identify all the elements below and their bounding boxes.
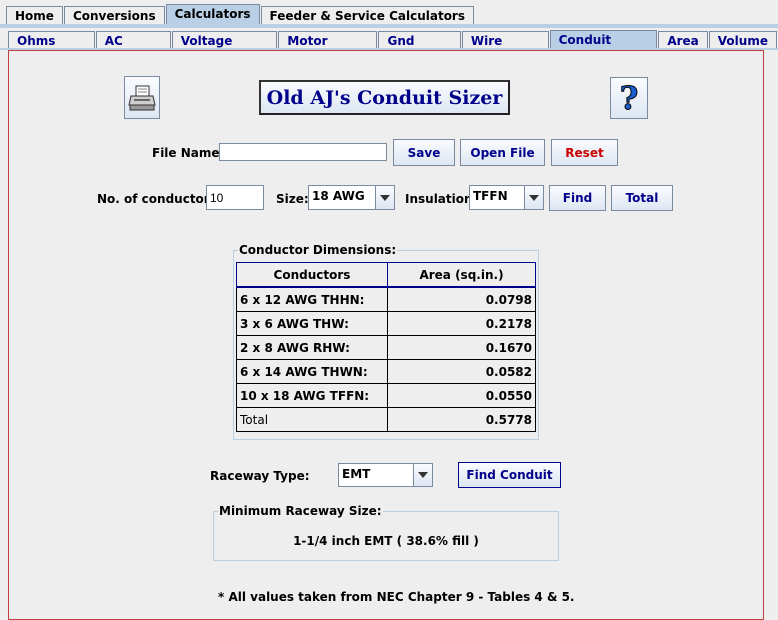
reset-button[interactable]: Reset — [551, 139, 618, 166]
size-select[interactable]: 18 AWG — [308, 185, 395, 210]
total-label-cell: Total — [236, 407, 388, 432]
conductor-count-input[interactable] — [206, 185, 264, 210]
table-total-row: Total 0.5778 — [236, 407, 536, 432]
conductor-cell: 6 x 12 AWG THHN: — [236, 286, 388, 312]
conductor-cell: 6 x 14 AWG THWN: — [236, 359, 388, 384]
file-name-input[interactable] — [219, 143, 387, 161]
total-button[interactable]: Total — [611, 185, 673, 211]
chevron-down-icon — [375, 186, 394, 209]
chevron-down-icon — [524, 186, 543, 209]
table-row: 10 x 18 AWG TFFN: 0.0550 — [236, 383, 536, 408]
top-tab-bar: Home Conversions Calculators Feeder & Se… — [6, 3, 475, 25]
raceway-type-label: Raceway Type: — [210, 469, 310, 483]
insulation-value: TFFN — [473, 189, 508, 203]
tab-feeder-service[interactable]: Feeder & Service Calculators — [260, 6, 474, 25]
tab-calculators[interactable]: Calculators — [165, 4, 260, 25]
table-row: 6 x 14 AWG THWN: 0.0582 — [236, 359, 536, 384]
size-value: 18 AWG — [312, 189, 365, 203]
insulation-label: Insulation: — [405, 192, 478, 206]
find-conduit-button[interactable]: Find Conduit — [458, 462, 561, 488]
help-icon: ? — [619, 79, 639, 118]
column-header-area: Area (sq.in.) — [387, 262, 536, 288]
chevron-down-icon — [413, 464, 432, 486]
save-button[interactable]: Save — [393, 139, 455, 166]
conductor-cell: 3 x 6 AWG THW: — [236, 311, 388, 336]
tab-conversions[interactable]: Conversions — [63, 6, 165, 25]
minimum-raceway-title: Minimum Raceway Size: — [218, 504, 383, 518]
raceway-type-select[interactable]: EMT — [338, 463, 433, 487]
area-cell: 0.1670 — [387, 335, 536, 360]
table-row: 2 x 8 AWG RHW: 0.1670 — [236, 335, 536, 360]
print-button[interactable] — [124, 76, 160, 119]
find-button[interactable]: Find — [549, 185, 606, 211]
area-cell: 0.2178 — [387, 311, 536, 336]
conductor-dimensions-title: Conductor Dimensions: — [238, 243, 398, 257]
area-cell: 0.0582 — [387, 359, 536, 384]
sub-tab-bar: Ohms Law AC Calcs Voltage Drop Motor Amp… — [8, 28, 778, 66]
table-row: 6 x 12 AWG THHN: 0.0798 — [236, 286, 536, 312]
area-cell: 0.0798 — [387, 286, 536, 312]
insulation-select[interactable]: TFFN — [469, 185, 544, 210]
conductor-count-label: No. of conductors: — [97, 192, 222, 206]
size-label: Size: — [276, 192, 309, 206]
printer-icon — [128, 85, 156, 110]
help-button[interactable]: ? — [610, 77, 648, 119]
table-header-row: Conductors Area (sq.in.) — [236, 262, 536, 288]
page-title: Old AJ's Conduit Sizer — [259, 80, 510, 115]
tab-home[interactable]: Home — [6, 6, 63, 25]
tab-conduit-sizer[interactable]: Conduit Sizer — [549, 30, 658, 65]
open-file-button[interactable]: Open File — [460, 139, 545, 166]
conductor-cell: 10 x 18 AWG TFFN: — [236, 383, 388, 408]
column-header-conductors: Conductors — [236, 262, 388, 288]
raceway-type-value: EMT — [342, 467, 371, 481]
minimum-raceway-result: 1-1/4 inch EMT ( 38.6% fill ) — [293, 534, 479, 548]
total-value-cell: 0.5778 — [387, 407, 536, 432]
file-name-label: File Name: — [152, 146, 225, 160]
footnote: * All values taken from NEC Chapter 9 - … — [218, 590, 575, 604]
conductor-dimensions-table: Conductors Area (sq.in.) 6 x 12 AWG THHN… — [236, 262, 536, 432]
table-row: 3 x 6 AWG THW: 0.2178 — [236, 311, 536, 336]
minimum-raceway-group: Minimum Raceway Size: 1-1/4 inch EMT ( 3… — [213, 504, 559, 561]
area-cell: 0.0550 — [387, 383, 536, 408]
conductor-cell: 2 x 8 AWG RHW: — [236, 335, 388, 360]
